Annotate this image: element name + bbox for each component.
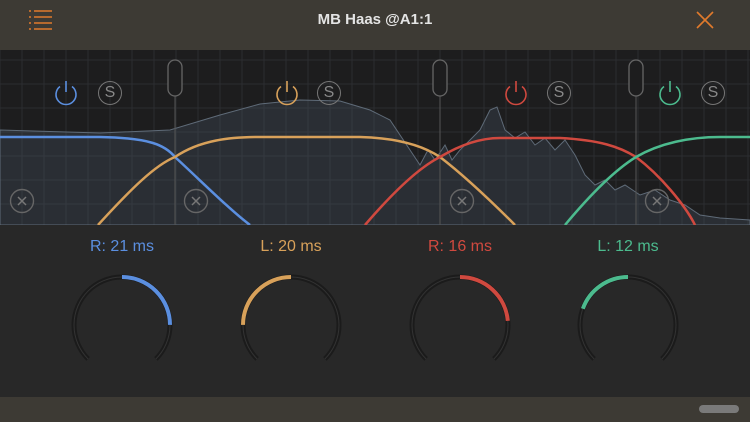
band-3-delay-knob[interactable]: R: 16 ms [390, 225, 530, 395]
crossover-handle-1[interactable] [167, 59, 183, 97]
band-2-remove-icon[interactable] [183, 188, 209, 214]
home-indicator[interactable] [699, 405, 739, 413]
band-1-remove-icon[interactable] [9, 188, 35, 214]
band-1-solo-button[interactable]: S [98, 81, 122, 105]
crossover-handle-2[interactable] [432, 59, 448, 97]
delay-panel: R: 21 ms L: 20 ms R: 16 ms L: 12 ms [0, 225, 750, 397]
band-4-power-icon[interactable] [655, 78, 685, 108]
band-2-delay-knob[interactable]: L: 20 ms [221, 225, 361, 395]
footer [0, 397, 750, 422]
band-2-solo-button[interactable]: S [317, 81, 341, 105]
crossover-graph[interactable]: S S S S [0, 50, 750, 226]
band-4-delay-knob[interactable]: L: 12 ms [558, 225, 698, 395]
header: MB Haas @A1:1 [0, 0, 750, 50]
band-3-remove-icon[interactable] [449, 188, 475, 214]
frequency-plot [0, 50, 750, 226]
band-3-knob-dial [409, 274, 511, 361]
band-1-power-icon[interactable] [51, 78, 81, 108]
band-3-solo-button[interactable]: S [547, 81, 571, 105]
band-2-knob-dial [240, 274, 342, 361]
band-1-knob-dial [71, 274, 173, 361]
band-1-delay-knob[interactable]: R: 21 ms [52, 225, 192, 395]
page-title: MB Haas @A1:1 [317, 11, 433, 28]
band-4-solo-button[interactable]: S [701, 81, 725, 105]
close-icon[interactable] [694, 9, 716, 31]
band-3-power-icon[interactable] [501, 78, 531, 108]
crossover-handle-3[interactable] [628, 59, 644, 97]
band-4-remove-icon[interactable] [644, 188, 670, 214]
band-2-power-icon[interactable] [272, 78, 302, 108]
band-4-knob-dial [577, 274, 679, 361]
